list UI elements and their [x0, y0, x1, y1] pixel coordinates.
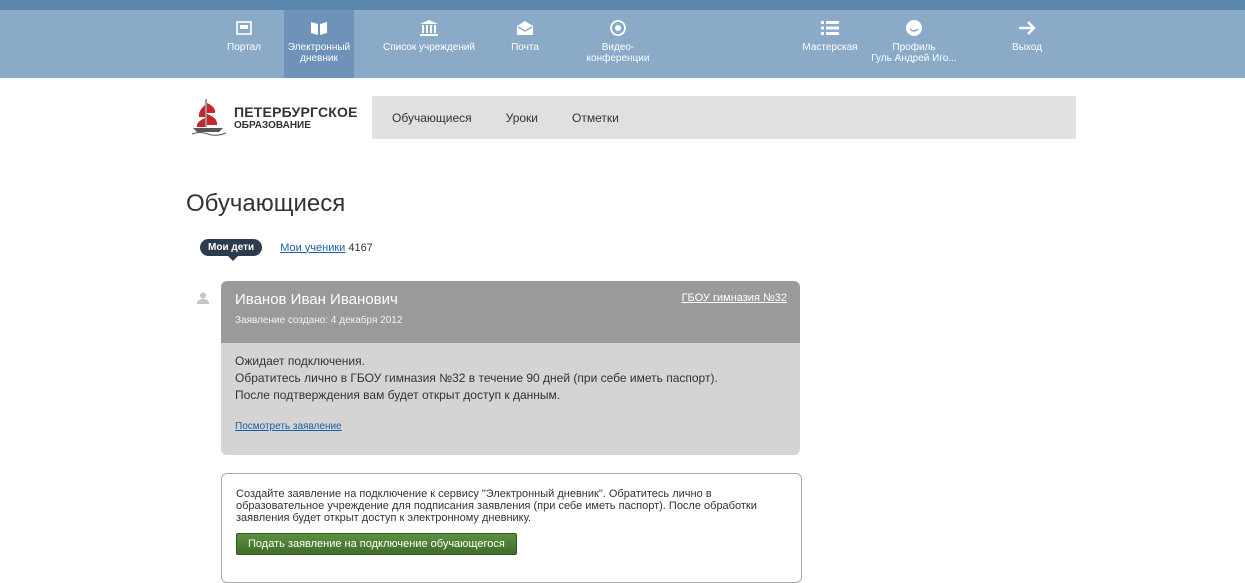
- nav-profile-user: Гуль Андрей Иго...: [871, 53, 957, 64]
- arrow-right-icon: [1018, 18, 1036, 38]
- status-line-2: Обратитесь лично в ГБОУ гимназия №32 в т…: [235, 371, 718, 385]
- brand-line1: ПЕТЕРБУРГСКОЕ: [234, 104, 358, 120]
- nav-workshop[interactable]: Мастерская: [800, 10, 860, 78]
- institution-icon: [420, 18, 438, 38]
- submit-application-button[interactable]: Подать заявление на подключение обучающе…: [236, 533, 517, 555]
- page-title: Обучающиеся: [186, 190, 346, 217]
- nav-profile-label: Профиль: [892, 42, 936, 53]
- nav-logout[interactable]: Выход: [1002, 10, 1052, 78]
- nav-mail-label: Почта: [511, 42, 539, 53]
- status-line-1: Ожидает подключения.: [235, 354, 365, 368]
- student-card: Иванов Иван Иванович Заявление создано: …: [221, 281, 800, 455]
- subnav-marks[interactable]: Отметки: [572, 111, 619, 125]
- portal-icon: [236, 18, 252, 38]
- nav-video-conferences[interactable]: Видео-конференции: [578, 10, 658, 78]
- brand-line2: ОБРАЗОВАНИЕ: [234, 120, 311, 131]
- mail-icon: [516, 18, 534, 38]
- user-icon: [197, 291, 209, 309]
- nav-portal-label: Портал: [227, 42, 261, 53]
- apply-instructions: Создайте заявление на подключение к серв…: [236, 488, 757, 524]
- nav-institutions[interactable]: Список учреждений: [381, 10, 477, 78]
- student-card-body: Ожидает подключения. Обратитесь лично в …: [221, 343, 800, 455]
- application-date: Заявление создано: 4 декабря 2012: [235, 315, 403, 326]
- apply-box: Создайте заявление на подключение к серв…: [221, 473, 802, 583]
- students-tabs: Мои дети Мои ученики 4167: [200, 239, 373, 261]
- section-navigation: Обучающиеся Уроки Отметки: [372, 96, 1076, 139]
- nav-mail[interactable]: Почта: [500, 10, 550, 78]
- book-icon: [310, 18, 328, 38]
- nav-profile[interactable]: Профиль Гуль Андрей Иго...: [866, 10, 962, 78]
- nav-workshop-label: Мастерская: [802, 42, 858, 53]
- top-navigation: Портал Электронный дневник Список учрежд…: [0, 0, 1245, 78]
- tab-my-children[interactable]: Мои дети: [200, 239, 263, 261]
- students-count: 4167: [348, 241, 373, 254]
- tab-my-students[interactable]: Мои ученики: [280, 242, 345, 254]
- subnav-students[interactable]: Обучающиеся: [392, 111, 472, 125]
- nav-portal[interactable]: Портал: [214, 10, 274, 78]
- nav-logout-label: Выход: [1012, 42, 1042, 53]
- school-link[interactable]: ГБОУ гимназия №32: [682, 292, 787, 304]
- list-icon: [821, 18, 839, 38]
- nav-video-label: Видео-конференции: [586, 42, 650, 64]
- video-icon: [610, 18, 626, 38]
- nav-electronic-diary-label: Электронный дневник: [287, 42, 351, 64]
- view-application-link[interactable]: Посмотреть заявление: [235, 418, 342, 435]
- status-line-3: После подтверждения вам будет открыт дос…: [235, 388, 561, 402]
- nav-electronic-diary[interactable]: Электронный дневник: [284, 10, 354, 78]
- ship-logo-icon: [190, 97, 228, 142]
- profile-icon: [906, 18, 922, 38]
- brand-logo[interactable]: ПЕТЕРБУРГСКОЕ ОБРАЗОВАНИЕ: [190, 96, 370, 142]
- nav-institutions-label: Список учреждений: [382, 42, 476, 53]
- student-card-header: Иванов Иван Иванович Заявление создано: …: [221, 281, 800, 343]
- subnav-lessons[interactable]: Уроки: [506, 111, 538, 125]
